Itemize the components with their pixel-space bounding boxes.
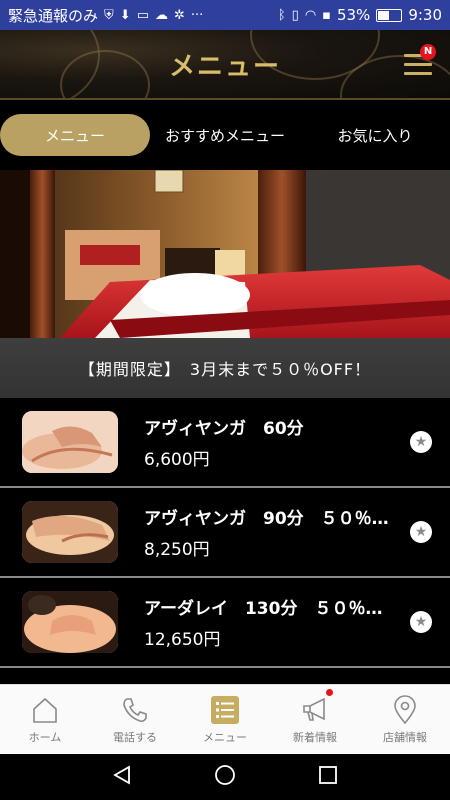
nav-news-label: 新着情報 [293,731,337,744]
nav-store-info-label: 店舗情報 [383,731,427,744]
tab-bar: メニュー おすすめメニュー お気に入り [0,100,450,170]
battery-percent: 53% [336,6,371,24]
page-title: メニュー [168,52,281,82]
promo-text: 【期間限定】 3月末まで５０％OFF！ [78,360,372,379]
shield-icon: ⛨ [104,7,114,23]
hamburger-line [404,72,432,75]
app-header: メニュー N [0,30,450,100]
vibrate-icon: ▯ [291,7,299,23]
nav-menu[interactable]: メニュー [180,685,270,754]
nav-menu-label: メニュー [203,731,247,744]
back-button[interactable] [111,764,133,790]
home-circle-icon [215,765,235,785]
nav-store-info[interactable]: 店舗情報 [360,685,450,754]
download-icon: ⬇ [119,7,131,23]
tab-menu[interactable]: メニュー [0,114,150,156]
battery-level [378,10,390,20]
nav-phone[interactable]: 電話する [90,685,180,754]
item-name: アヴィヤンガ 90分 ５０％OFF！ [144,509,394,529]
clock: 9:30 [408,6,442,24]
spa-room-illustration [0,170,450,338]
new-notification-dot [326,689,333,696]
favorite-star-icon[interactable]: ★ [410,521,432,543]
hero-image [0,170,450,338]
bottom-navigation: ホーム 電話する メニュー 新着情報 店舗情報 [0,684,450,754]
more-icon: ··· [190,7,204,23]
massage-thumbnail [22,591,118,653]
favorite-star-icon[interactable]: ★ [410,431,432,453]
window-icon: ▭ [136,7,149,23]
sim-icon: ▪ [322,7,331,23]
list-item[interactable]: アヴィヤンガ 90分 ５０％OFF！ 8,250円 ★ [0,488,450,578]
nav-news[interactable]: 新着情報 [270,685,360,754]
item-price: 8,250円 [144,540,210,560]
promo-banner[interactable]: 【期間限定】 3月末まで５０％OFF！ [0,338,450,398]
phone-icon [123,698,147,722]
system-navigation-bar [0,754,450,800]
nav-home-label: ホーム [28,731,62,744]
list-item[interactable]: アーダレイ 130分 ５０％OFF！ 12,650円 ★ [0,578,450,668]
massage-thumbnail [22,501,118,563]
home-icon [33,697,57,723]
battery-icon [376,8,403,22]
item-price: 6,600円 [144,450,210,470]
favorite-star-icon[interactable]: ★ [410,611,432,633]
item-price: 12,650円 [144,630,221,650]
tab-recommended[interactable]: おすすめメニュー [150,114,300,156]
wifi-icon: ◠ [304,7,317,23]
recents-button[interactable] [317,764,339,790]
menu-list-icon [211,696,239,724]
megaphone-icon [303,697,325,721]
item-name: アヴィヤンガ 60分 [144,419,304,439]
item-name: アーダレイ 130分 ５０％OFF！ [144,599,394,619]
nav-phone-label: 電話する [113,731,157,744]
menu-list: アヴィヤンガ 60分 6,600円 ★ アヴィヤンガ 90分 ５０％OFF！ 8… [0,398,450,684]
back-triangle-icon [112,765,130,785]
carrier-label: 緊急通報のみ [8,6,99,25]
new-badge: N [420,44,436,60]
nav-home[interactable]: ホーム [0,685,90,754]
bluetooth-icon: ᛒ [277,7,286,23]
cloud-icon: ☁ [154,7,168,23]
massage-thumbnail [22,411,118,473]
recents-square-icon [319,766,338,784]
status-bar: 緊急通報のみ ⛨ ⬇ ▭ ☁ ✲ ··· ᛒ ▯ ◠ ▪ 53% 9:30 [0,0,450,30]
location-pin-icon [394,695,416,725]
hamburger-line [404,63,432,66]
list-item[interactable]: アヴィヤンガ 60分 6,600円 ★ [0,398,450,488]
tab-favorites[interactable]: お気に入り [300,114,450,156]
fan-icon: ✲ [173,7,185,23]
home-button[interactable] [214,764,236,790]
